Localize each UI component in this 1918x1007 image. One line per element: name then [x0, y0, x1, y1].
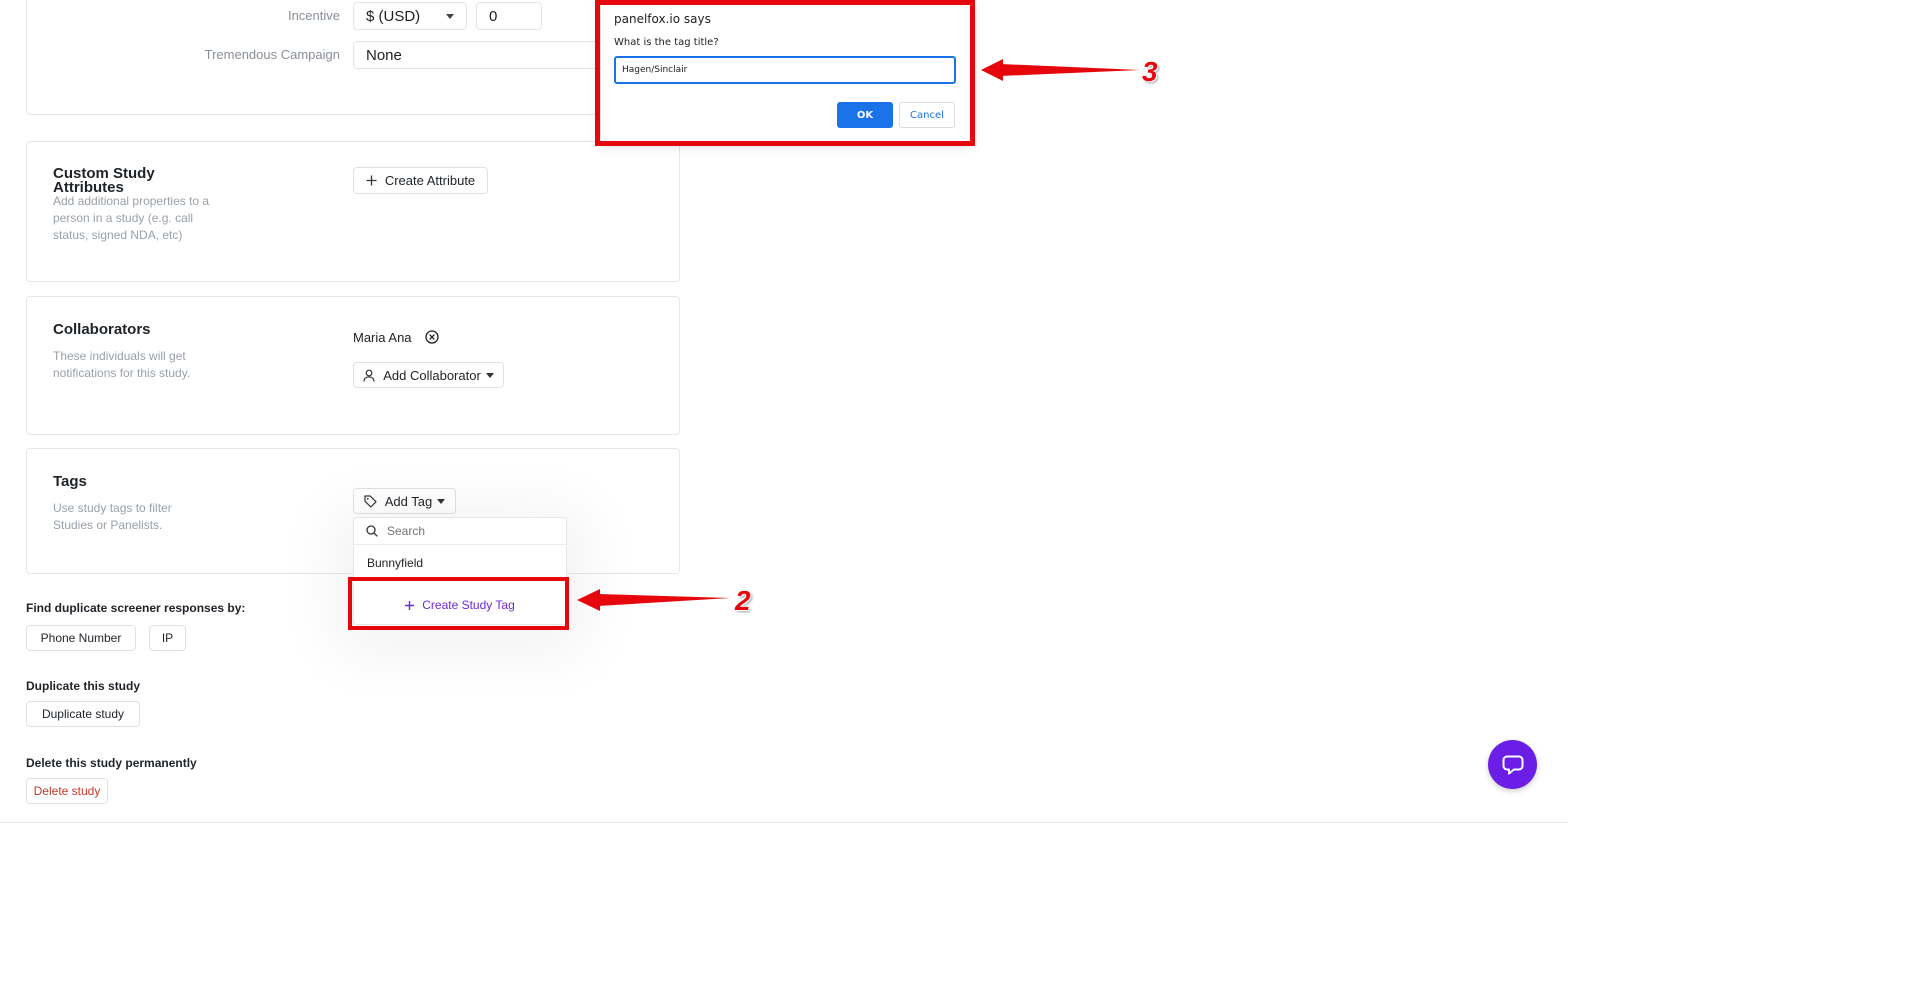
annotation-arrow-3	[981, 59, 1140, 81]
search-icon	[366, 525, 378, 537]
tag-icon	[364, 494, 377, 508]
duplicate-responses-label: Find duplicate screener responses by:	[26, 601, 246, 615]
remove-collaborator-icon[interactable]	[424, 330, 439, 344]
attributes-description: Add additional properties to a person in…	[53, 194, 210, 242]
campaign-select-value: None	[366, 46, 402, 64]
annotation-step-3: 3	[1142, 56, 1158, 87]
duplicate-study-button-label: Duplicate study	[41, 707, 125, 721]
annotation-step-2: 2	[735, 585, 751, 616]
tag-search-row	[354, 518, 566, 545]
incentive-label: Incentive	[287, 8, 340, 23]
chevron-down-icon	[446, 13, 454, 19]
delete-study-button-label: Delete study	[33, 784, 101, 798]
add-tag-button[interactable]: Add Tag	[353, 488, 456, 514]
phone-number-option[interactable]: Phone Number	[26, 625, 136, 651]
bottom-divider	[0, 822, 1568, 823]
incentive-amount-value: 0	[489, 7, 498, 25]
currency-select-value: $ (USD)	[366, 7, 421, 25]
plus-icon	[366, 175, 377, 186]
collaborators-description: These individuals will get notifications…	[53, 349, 191, 380]
caret-down-icon	[485, 372, 494, 378]
ip-label: IP	[161, 631, 174, 645]
chat-bubble-icon	[1502, 755, 1524, 775]
campaign-label: Tremendous Campaign	[204, 47, 340, 62]
chat-launcher-button[interactable]	[1488, 740, 1537, 789]
tag-option[interactable]: Bunnyfield	[367, 556, 423, 570]
add-collaborator-label: Add Collaborator	[383, 367, 481, 383]
annotation-highlight-create-tag	[348, 577, 569, 630]
tag-search-input[interactable]	[385, 523, 549, 539]
currency-select[interactable]: $ (USD)	[353, 2, 467, 30]
annotation-arrow-2	[577, 589, 730, 611]
tags-description: Use study tags to filter Studies or Pane…	[53, 501, 172, 532]
create-attribute-label: Create Attribute	[384, 173, 476, 188]
incentive-amount-input[interactable]: 0	[476, 2, 542, 30]
delete-study-label: Delete this study permanently	[26, 756, 197, 770]
ip-option[interactable]: IP	[149, 625, 186, 651]
user-icon	[363, 369, 375, 382]
add-tag-label: Add Tag	[384, 493, 433, 509]
duplicate-study-label: Duplicate this study	[26, 679, 141, 693]
collaborators-title: Collaborators	[53, 321, 151, 338]
delete-study-button[interactable]: Delete study	[26, 778, 108, 804]
phone-number-label: Phone Number	[40, 631, 122, 645]
caret-down-icon	[437, 498, 446, 504]
annotation-highlight-dialog	[595, 0, 975, 146]
attributes-title: Custom Study Attributes	[53, 165, 155, 196]
collaborator-row: Maria Ana	[353, 327, 439, 347]
collaborator-name: Maria Ana	[353, 329, 412, 345]
duplicate-study-button[interactable]: Duplicate study	[26, 701, 140, 727]
create-attribute-button[interactable]: Create Attribute	[353, 167, 488, 194]
campaign-select[interactable]: None	[353, 41, 603, 69]
add-collaborator-button[interactable]: Add Collaborator	[353, 362, 504, 388]
tags-title: Tags	[53, 473, 87, 490]
